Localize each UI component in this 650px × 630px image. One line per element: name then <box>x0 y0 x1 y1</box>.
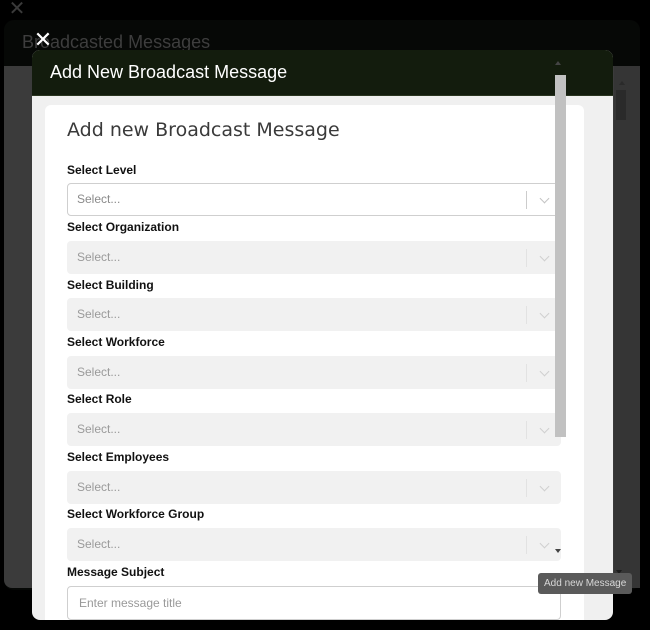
modal-body: Add new Broadcast Message Select Level S… <box>45 105 612 620</box>
background-scrollbar[interactable] <box>614 66 640 588</box>
select-organization-dropdown[interactable]: Select... <box>67 241 561 274</box>
select-workforce-group-placeholder: Select... <box>77 537 121 551</box>
select-role-placeholder: Select... <box>77 422 121 436</box>
label-select-employees: Select Employees <box>67 450 170 464</box>
chevron-down-icon[interactable] <box>539 193 550 204</box>
select-building-dropdown[interactable]: Select... <box>67 298 561 331</box>
label-select-level: Select Level <box>67 163 137 177</box>
scroll-up-icon[interactable] <box>555 61 561 65</box>
add-broadcast-modal: Add New Broadcast Message Add new Broadc… <box>32 50 613 620</box>
dropdown-separator <box>526 191 527 209</box>
modal-close-icon[interactable]: ✕ <box>33 29 53 51</box>
label-select-role: Select Role <box>67 392 132 406</box>
select-level-placeholder: Select... <box>77 192 121 206</box>
label-select-building: Select Building <box>67 278 154 292</box>
chevron-down-icon[interactable] <box>539 538 550 549</box>
dropdown-separator <box>526 364 527 382</box>
select-workforce-placeholder: Select... <box>77 365 121 379</box>
scroll-down-icon[interactable] <box>555 549 561 553</box>
background-scroll-up-icon[interactable] <box>619 81 625 85</box>
label-select-organization: Select Organization <box>67 220 180 234</box>
label-select-workforce: Select Workforce <box>67 335 165 349</box>
dropdown-separator <box>526 249 527 267</box>
dropdown-separator <box>526 536 527 554</box>
chevron-down-icon[interactable] <box>539 481 550 492</box>
select-employees-dropdown[interactable]: Select... <box>67 471 561 504</box>
background-scroll-thumb[interactable] <box>616 90 626 120</box>
dropdown-separator <box>526 421 527 439</box>
select-workforce-dropdown[interactable]: Select... <box>67 356 561 389</box>
chevron-down-icon[interactable] <box>539 251 550 262</box>
label-select-workforce-group: Select Workforce Group <box>67 507 205 521</box>
modal-header: Add New Broadcast Message <box>32 50 613 96</box>
form-card: Add new Broadcast Message Select Level S… <box>45 105 584 620</box>
tooltip-add-new-message: Add new Message <box>538 573 633 594</box>
dropdown-separator <box>526 479 527 497</box>
chevron-down-icon[interactable] <box>539 423 550 434</box>
background-close-icon[interactable]: ✕ <box>8 0 26 19</box>
scrollbar-thumb[interactable] <box>555 75 566 437</box>
select-role-dropdown[interactable]: Select... <box>67 413 561 446</box>
select-employees-placeholder: Select... <box>77 480 121 494</box>
label-message-subject: Message Subject <box>67 565 165 579</box>
dropdown-separator <box>526 306 527 324</box>
message-subject-input[interactable] <box>67 586 561 620</box>
select-building-placeholder: Select... <box>77 307 121 321</box>
select-organization-placeholder: Select... <box>77 250 121 264</box>
select-level-dropdown[interactable]: Select... <box>67 183 561 216</box>
select-workforce-group-dropdown[interactable]: Select... <box>67 528 561 561</box>
chevron-down-icon[interactable] <box>539 366 550 377</box>
chevron-down-icon[interactable] <box>539 308 550 319</box>
form-title: Add new Broadcast Message <box>67 119 340 141</box>
